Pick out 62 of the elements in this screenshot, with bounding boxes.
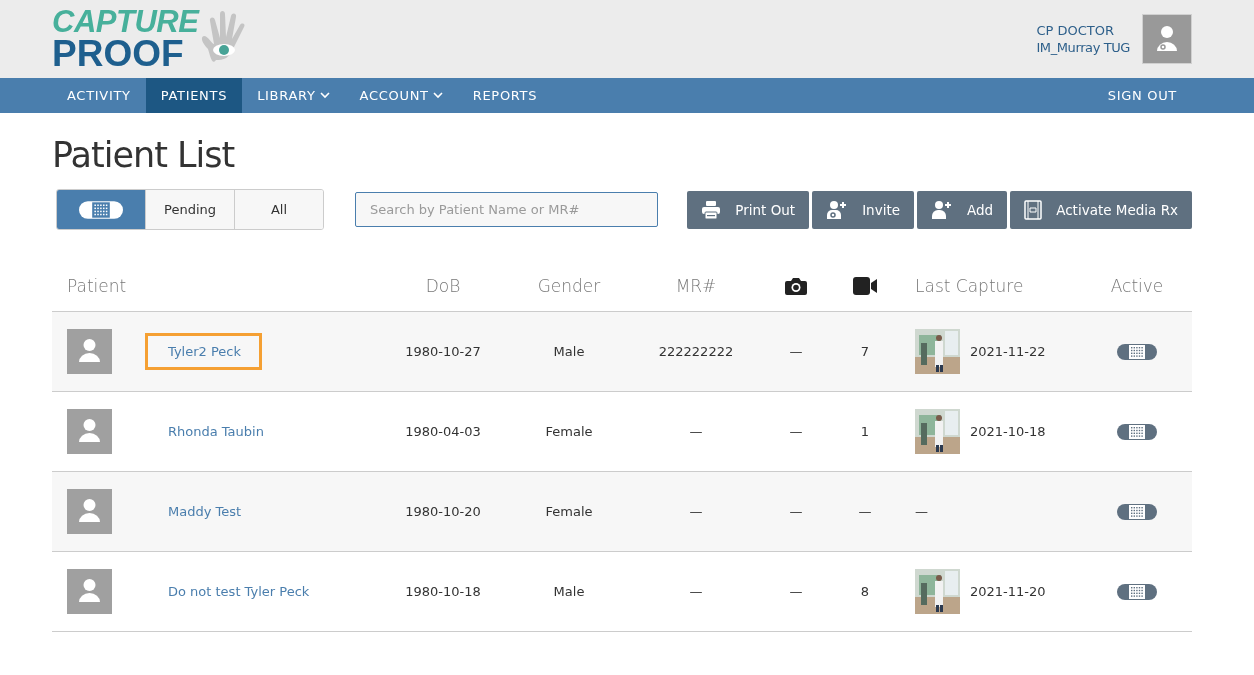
avatar-icon bbox=[67, 569, 112, 614]
table-cell: 2021-10-18 bbox=[970, 424, 1046, 439]
table-cell: 1980-04-03 bbox=[405, 424, 481, 439]
camera-icon bbox=[785, 277, 807, 295]
patient-name-link[interactable]: Rhonda Taubin bbox=[145, 413, 285, 450]
action-button[interactable]: Print Out bbox=[687, 190, 810, 229]
action-button[interactable]: Invite bbox=[812, 190, 915, 229]
avatar-icon bbox=[67, 329, 112, 374]
table-cell: — bbox=[689, 424, 703, 439]
table-cell: Male bbox=[553, 344, 585, 359]
active-toggle[interactable] bbox=[1117, 423, 1157, 440]
active-filter-button[interactable] bbox=[57, 190, 145, 229]
nav-tab[interactable]: ACTIVITY bbox=[52, 78, 146, 113]
active-toggle[interactable] bbox=[1117, 583, 1157, 600]
table-cell: — bbox=[689, 504, 703, 519]
video-camera-icon bbox=[853, 277, 877, 295]
filter-button[interactable]: All bbox=[234, 190, 323, 229]
patient-name-link[interactable]: Tyler2 Peck bbox=[145, 333, 263, 370]
person-plus-icon bbox=[931, 199, 954, 220]
active-toggle[interactable] bbox=[1117, 503, 1157, 520]
action-button[interactable]: Add bbox=[917, 190, 1008, 229]
table-cell: 1 bbox=[860, 424, 870, 439]
table-cell: 1980-10-27 bbox=[405, 344, 481, 359]
search-field[interactable]: Search by Patient Name or MR# bbox=[355, 192, 658, 227]
sign-out-link[interactable]: SIGN OUT bbox=[1092, 78, 1192, 113]
table-cell: — bbox=[858, 504, 872, 519]
table-cell: 1980-10-18 bbox=[405, 584, 481, 599]
table-cell: — bbox=[789, 344, 803, 359]
nav-tab[interactable]: LIBRARY bbox=[242, 78, 345, 113]
table-cell: — bbox=[789, 584, 803, 599]
user-name: IM_Murray TUG bbox=[1036, 39, 1130, 56]
nav-tab[interactable]: PATIENTS bbox=[145, 78, 243, 113]
logo-wordmark: PROOF bbox=[52, 36, 185, 72]
nav-tab[interactable]: ACCOUNT bbox=[344, 78, 458, 113]
table-cell: — bbox=[915, 504, 928, 519]
table-cell: 1980-10-20 bbox=[405, 504, 481, 519]
logo-wordmark: CAPTURE bbox=[52, 6, 199, 37]
table-cell: 2021-11-22 bbox=[970, 344, 1046, 359]
bandage-icon bbox=[79, 200, 123, 219]
doctor-avatar-icon bbox=[1142, 14, 1192, 64]
action-button[interactable]: Activate Media Rx bbox=[1010, 190, 1192, 229]
page-title: Patient List bbox=[52, 135, 236, 175]
avatar-icon bbox=[67, 409, 112, 454]
table-cell: 2021-11-20 bbox=[970, 584, 1046, 599]
table-cell: — bbox=[789, 424, 803, 439]
avatar-icon bbox=[67, 489, 112, 534]
patient-name-link[interactable]: Do not test Tyler Peck bbox=[145, 573, 331, 610]
film-icon bbox=[1024, 199, 1043, 220]
table-cell: 222222222 bbox=[658, 344, 734, 359]
table-cell: Male bbox=[553, 584, 585, 599]
doctor-plus-icon bbox=[826, 199, 849, 220]
table-cell: — bbox=[789, 504, 803, 519]
table-cell: Female bbox=[545, 424, 593, 439]
table-cell: Female bbox=[545, 504, 593, 519]
table-cell: — bbox=[689, 584, 703, 599]
table-cell: 7 bbox=[860, 344, 870, 359]
table-cell: 8 bbox=[860, 584, 870, 599]
active-toggle[interactable] bbox=[1117, 343, 1157, 360]
filter-button[interactable]: Pending bbox=[145, 190, 234, 229]
nav-tab[interactable]: REPORTS bbox=[457, 78, 553, 113]
user-role: CP DOCTOR bbox=[1036, 22, 1115, 39]
printer-icon bbox=[701, 199, 722, 220]
